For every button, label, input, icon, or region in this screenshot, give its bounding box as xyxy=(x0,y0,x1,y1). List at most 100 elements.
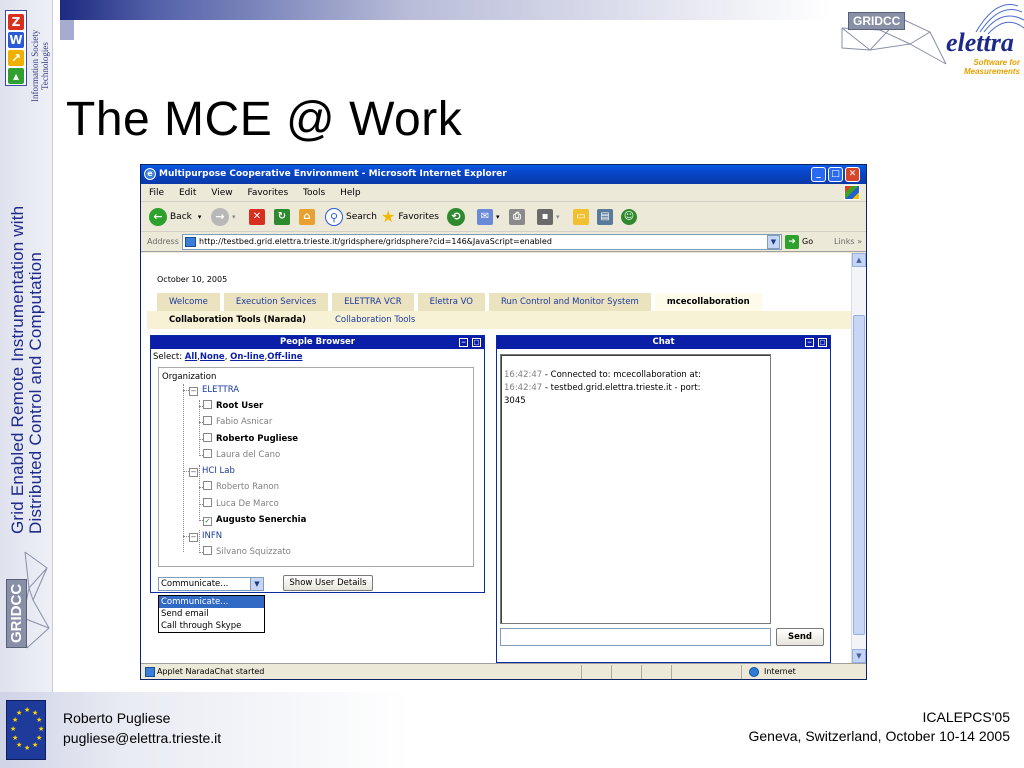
tab-elettra-vo[interactable]: Elettra VO xyxy=(417,293,485,311)
select-all-link[interactable]: All xyxy=(185,352,197,362)
communicate-option[interactable]: Call through Skype xyxy=(159,620,264,632)
checkbox-icon[interactable] xyxy=(203,400,212,409)
top-gradient-accent xyxy=(60,20,74,40)
subtab-collaboration-tools[interactable]: Collaboration Tools xyxy=(335,311,415,329)
ist-logo-square-icon: W xyxy=(8,32,24,48)
tab-execution-services[interactable]: Execution Services xyxy=(223,293,329,311)
toolbar: ← Back ▾ → ▾ ✕ ↻ ⌂ ⚲ Search ★ Favorites … xyxy=(141,202,866,232)
go-button[interactable]: ➜ Go xyxy=(785,235,813,249)
close-icon[interactable]: ✕ xyxy=(845,167,860,182)
chat-title: Chat xyxy=(652,337,675,347)
chevron-down-icon[interactable]: ▾ xyxy=(556,208,560,226)
tree-user-fabio-asnicar[interactable]: Fabio Asnicar xyxy=(203,415,272,429)
research-button[interactable]: ▤ xyxy=(597,208,616,226)
page-scrollbar[interactable]: ▲ ▼ xyxy=(851,253,866,663)
chevron-down-icon[interactable]: ▾ xyxy=(232,208,236,226)
back-button[interactable]: ← Back ▾ xyxy=(149,208,201,226)
checkbox-icon[interactable] xyxy=(203,449,212,458)
collapse-icon[interactable]: − xyxy=(189,468,198,477)
history-button[interactable]: ⟲ xyxy=(447,208,468,226)
maximize-icon[interactable]: □ xyxy=(828,167,843,182)
scroll-up-icon[interactable]: ▲ xyxy=(852,253,866,267)
chat-text: - Connected to: mcecollaboration at: xyxy=(544,370,701,380)
eu-star-icon: ★ xyxy=(10,725,17,733)
favorites-button[interactable]: ★ Favorites xyxy=(381,208,439,226)
tab-elettra-vcr[interactable]: ELETTRA VCR xyxy=(332,293,414,311)
go-arrow-icon: ➜ xyxy=(785,235,799,249)
mail-button[interactable]: ✉ ▾ xyxy=(477,208,500,226)
checkbox-icon[interactable] xyxy=(203,498,212,507)
scroll-down-icon[interactable]: ▼ xyxy=(852,649,866,663)
tree-user-silvano-squizzato[interactable]: Silvano Squizzato xyxy=(203,545,291,559)
links-label: Links xyxy=(834,237,855,246)
scroll-thumb[interactable] xyxy=(853,315,865,635)
checkbox-checked-icon[interactable]: ✓ xyxy=(203,517,212,526)
select-online-link[interactable]: On-line xyxy=(230,352,264,362)
chevron-down-icon[interactable]: ▼ xyxy=(250,578,263,590)
menu-help[interactable]: Help xyxy=(340,188,361,198)
search-button[interactable]: ⚲ Search xyxy=(325,208,377,226)
stop-button[interactable]: ✕ xyxy=(249,208,268,226)
home-button[interactable]: ⌂ xyxy=(299,208,318,226)
show-user-details-button[interactable]: Show User Details xyxy=(283,575,373,591)
tree-user-laura-del-cano[interactable]: Laura del Cano xyxy=(203,448,280,462)
print-button[interactable]: ⎙ xyxy=(509,208,528,226)
minimize-icon[interactable]: − xyxy=(805,338,814,347)
address-input[interactable]: http://testbed.grid.elettra.trieste.it/g… xyxy=(182,234,782,250)
menu-edit[interactable]: Edit xyxy=(179,188,196,198)
collapse-icon[interactable]: − xyxy=(189,387,198,396)
ist-logo-square-icon: Z xyxy=(8,14,24,30)
chevron-down-icon[interactable]: ▾ xyxy=(198,208,202,226)
elettra-name: elettra xyxy=(946,28,1014,57)
search-label: Search xyxy=(346,212,377,222)
tree-group-hci-lab[interactable]: − HCI Lab xyxy=(189,464,235,478)
checkbox-icon[interactable] xyxy=(203,481,212,490)
collapse-icon[interactable]: − xyxy=(189,533,198,542)
address-bar: Address http://testbed.grid.elettra.trie… xyxy=(141,232,866,252)
checkbox-icon[interactable] xyxy=(203,433,212,442)
checkbox-icon[interactable] xyxy=(203,546,212,555)
favorites-label: Favorites xyxy=(398,212,439,222)
send-button[interactable]: Send xyxy=(776,628,824,646)
chevron-down-icon[interactable]: ▾ xyxy=(496,208,500,226)
menu-file[interactable]: File xyxy=(149,188,164,198)
tree-group-infn[interactable]: − INFN xyxy=(189,529,222,543)
subtab-collaboration-narada[interactable]: Collaboration Tools (Narada) xyxy=(169,311,306,329)
select-filter: Select: All,None, On-line,Off-line xyxy=(153,352,303,362)
tree-user-root-user[interactable]: Root User xyxy=(203,399,263,413)
forward-button[interactable]: → ▾ xyxy=(211,208,236,226)
minimize-icon[interactable]: − xyxy=(459,338,468,347)
communicate-select[interactable]: Communicate... ▼ xyxy=(158,577,264,591)
menu-tools[interactable]: Tools xyxy=(303,188,325,198)
tree-user-roberto-pugliese[interactable]: Roberto Pugliese xyxy=(203,432,298,446)
edit-button[interactable]: ▪ ▾ xyxy=(537,208,560,226)
back-arrow-icon: ← xyxy=(149,208,167,226)
tree-user-augusto-senerchia[interactable]: ✓ Augusto Senerchia xyxy=(203,513,306,527)
menu-favorites[interactable]: Favorites xyxy=(247,188,288,198)
chat-input[interactable] xyxy=(500,628,771,646)
checkbox-icon[interactable] xyxy=(203,416,212,425)
minimize-icon[interactable]: _ xyxy=(811,167,826,182)
tree-group-elettra[interactable]: − ELETTRA xyxy=(189,383,239,397)
links-button[interactable]: Links » xyxy=(834,232,862,252)
chat-time: 16:42:47 xyxy=(504,383,543,393)
tree-user-roberto-ranon[interactable]: Roberto Ranon xyxy=(203,480,279,494)
discuss-button[interactable]: ▭ xyxy=(573,208,592,226)
refresh-button[interactable]: ↻ xyxy=(274,208,293,226)
select-offline-link[interactable]: Off-line xyxy=(267,352,302,362)
messenger-button[interactable]: ☺ xyxy=(621,208,640,226)
communicate-option[interactable]: Communicate... xyxy=(159,596,264,608)
maximize-icon[interactable]: □ xyxy=(818,338,827,347)
people-browser-panel: People Browser − □ Select: All,None, On-… xyxy=(150,335,485,593)
tab-run-control[interactable]: Run Control and Monitor System xyxy=(489,293,651,311)
menu-view[interactable]: View xyxy=(211,188,232,198)
communicate-option[interactable]: Send email xyxy=(159,608,264,620)
tab-welcome[interactable]: Welcome xyxy=(157,293,220,311)
status-divider xyxy=(581,665,582,679)
tab-mcecollaboration[interactable]: mcecollaboration xyxy=(654,293,762,311)
window-titlebar[interactable]: e Multipurpose Cooperative Environment -… xyxy=(141,165,866,184)
maximize-icon[interactable]: □ xyxy=(472,338,481,347)
address-dropdown-icon[interactable]: ▼ xyxy=(767,235,780,249)
tree-user-luca-de-marco[interactable]: Luca De Marco xyxy=(203,497,279,511)
select-none-link[interactable]: None xyxy=(200,352,225,362)
